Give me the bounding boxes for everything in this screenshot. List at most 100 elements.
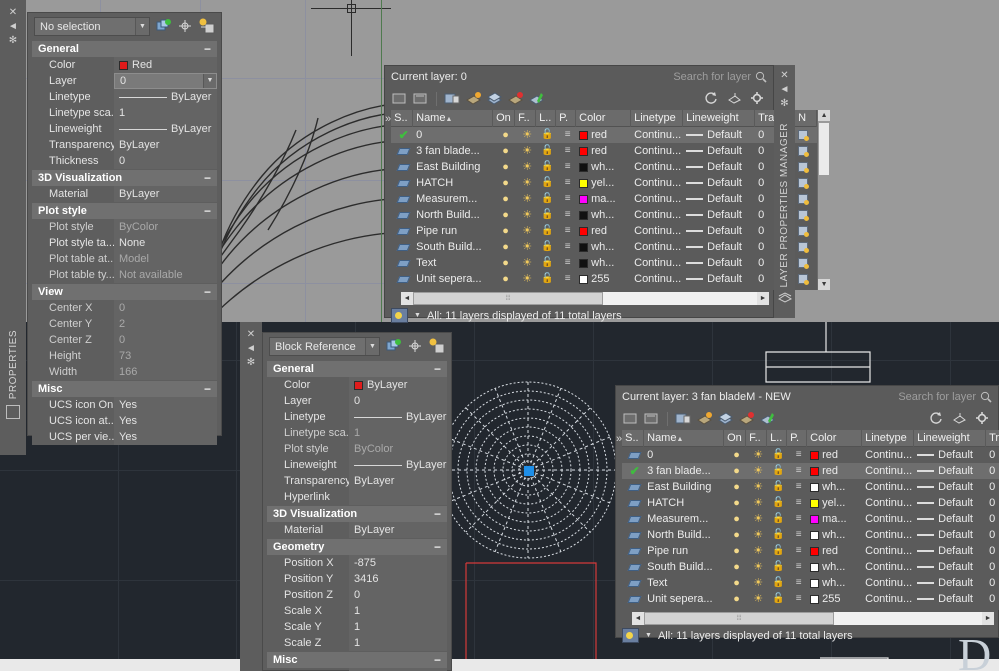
column-header-n[interactable]: N: [795, 109, 818, 127]
layer-lineweight[interactable]: Default: [914, 479, 986, 495]
property-value[interactable]: ByColor: [114, 219, 217, 235]
set-current-icon[interactable]: [696, 411, 713, 427]
layer-linetype[interactable]: Continu...: [631, 223, 683, 239]
scroll-down-icon[interactable]: ▼: [818, 279, 831, 290]
properties-dock-strip-bottom[interactable]: ✕ ◄ ✻: [240, 322, 262, 671]
layer-on-icon[interactable]: ●: [724, 559, 746, 575]
layer-name[interactable]: Text: [413, 255, 493, 271]
layer-plot-icon[interactable]: ≡: [556, 159, 576, 175]
property-row[interactable]: Center X 0: [32, 300, 217, 316]
layer-transparency[interactable]: 0: [986, 511, 999, 527]
chevron-down-icon[interactable]: ▼: [135, 18, 149, 35]
layer-name[interactable]: Measurem...: [413, 191, 493, 207]
layer-name[interactable]: East Building: [413, 159, 493, 175]
layer-on-icon[interactable]: ●: [724, 495, 746, 511]
layer-freeze-icon[interactable]: ☀: [746, 527, 767, 543]
layer-freeze-icon[interactable]: ☀: [515, 207, 536, 223]
layer-transparency[interactable]: 0: [986, 447, 999, 463]
quick-select-icon[interactable]: [385, 338, 402, 355]
layer-plot-icon[interactable]: ≡: [787, 463, 807, 479]
collapse-toggle-icon[interactable]: −: [204, 43, 211, 55]
layer-row[interactable]: South Build... ● ☀ 🔓 ≡ wh... Continu... Default…: [622, 559, 999, 575]
select-objects-icon[interactable]: [407, 338, 424, 355]
property-row[interactable]: Linetype ByLayer: [267, 409, 447, 425]
collapse-toggle-icon[interactable]: −: [204, 172, 211, 184]
property-row[interactable]: Material ByLayer: [32, 186, 217, 202]
layer-lineweight[interactable]: Default: [683, 143, 755, 159]
property-row[interactable]: Layer 0 ▼: [32, 73, 217, 89]
layer-linetype[interactable]: Continu...: [631, 175, 683, 191]
layer-row[interactable]: Pipe run ● ☀ 🔓 ≡ red Continu... Default 0: [391, 223, 817, 239]
layer-freeze-icon[interactable]: ☀: [746, 479, 767, 495]
property-row[interactable]: Transparency ByLayer: [32, 137, 217, 153]
layer-plot-icon[interactable]: ≡: [787, 543, 807, 559]
layer-name[interactable]: HATCH: [413, 175, 493, 191]
layer-color[interactable]: wh...: [576, 159, 631, 175]
layer-linetype[interactable]: Continu...: [631, 159, 683, 175]
property-row[interactable]: Layer 0: [267, 393, 447, 409]
layer-new-vp-icon[interactable]: [795, 239, 817, 255]
scroll-left-icon[interactable]: ◄: [632, 615, 644, 622]
layer-linetype[interactable]: Continu...: [862, 495, 914, 511]
layer-linetype[interactable]: Continu...: [631, 127, 683, 143]
layer-freeze-icon[interactable]: ☀: [746, 543, 767, 559]
layer-color[interactable]: red: [576, 143, 631, 159]
layer-lock-icon[interactable]: 🔓: [536, 207, 556, 223]
layer-new-vp-icon[interactable]: [795, 159, 817, 175]
property-value[interactable]: 73: [114, 348, 217, 364]
layer-plot-icon[interactable]: ≡: [787, 591, 807, 607]
layer-lock-icon[interactable]: 🔓: [536, 143, 556, 159]
scroll-left-icon[interactable]: ◄: [401, 295, 413, 302]
layer-lock-icon[interactable]: 🔓: [536, 223, 556, 239]
layer-on-icon[interactable]: ●: [724, 527, 746, 543]
layer-freeze-icon[interactable]: ☀: [746, 511, 767, 527]
property-row[interactable]: Scale Z 1: [267, 635, 447, 651]
layer-lineweight[interactable]: Default: [914, 511, 986, 527]
layer-row[interactable]: 3 fan blade... ● ☀ 🔓 ≡ red Continu... Default 0: [391, 143, 817, 159]
set-current-icon[interactable]: [465, 91, 482, 107]
layer-freeze-icon[interactable]: ☀: [515, 175, 536, 191]
layer-name[interactable]: Measurem...: [644, 511, 724, 527]
layer-lock-icon[interactable]: 🔓: [767, 527, 787, 543]
layer-on-icon[interactable]: ●: [724, 447, 746, 463]
scrollbar-thumb[interactable]: [818, 122, 831, 176]
layer-plot-icon[interactable]: ≡: [556, 175, 576, 191]
collapse-toggle-icon[interactable]: −: [434, 363, 441, 375]
layer-row[interactable]: HATCH ● ☀ 🔓 ≡ yel... Continu... Default 0: [622, 495, 999, 511]
property-row[interactable]: UCS icon at... Yes: [32, 413, 217, 429]
panel-options-icon[interactable]: ✻: [247, 356, 255, 370]
property-row[interactable]: Transparency ByLayer: [267, 473, 447, 489]
layer-lock-icon[interactable]: 🔓: [536, 271, 556, 287]
layer-grid-hscroll-top[interactable]: ◄ ⦙⦙⦙ ►: [401, 292, 769, 305]
column-header-color[interactable]: Color: [576, 109, 632, 127]
property-row[interactable]: Position Z 0: [267, 587, 447, 603]
layer-on-icon[interactable]: ●: [724, 511, 746, 527]
layer-row[interactable]: Text ● ☀ 🔓 ≡ wh... Continu... Default 0: [622, 575, 999, 591]
layer-linetype[interactable]: Continu...: [862, 479, 914, 495]
property-row[interactable]: Lineweight ByLayer: [267, 457, 447, 473]
layer-filter-icon[interactable]: [622, 628, 639, 643]
layer-new-vp-icon[interactable]: [795, 271, 817, 287]
layer-on-icon[interactable]: ●: [493, 159, 515, 175]
property-value[interactable]: Yes: [114, 413, 217, 429]
layer-settings-icon[interactable]: [952, 411, 969, 427]
layer-lineweight[interactable]: Default: [683, 207, 755, 223]
layer-new-vp-icon[interactable]: [795, 255, 817, 271]
quick-select-icon[interactable]: [155, 18, 172, 35]
property-value[interactable]: 0: [349, 587, 447, 603]
layer-plot-icon[interactable]: ≡: [556, 143, 576, 159]
layer-color[interactable]: red: [576, 223, 631, 239]
layer-lineweight[interactable]: Default: [914, 559, 986, 575]
property-row[interactable]: Thickness 0: [32, 153, 217, 169]
properties-dock-strip[interactable]: ✕ ◄ ✻ PROPERTIES: [0, 0, 26, 455]
column-header-f[interactable]: F..: [515, 109, 537, 127]
lpm-top-dock-strip[interactable]: ✕ ◄ ✻ LAYER PROPERTIES MANAGER: [774, 65, 795, 318]
layer-linetype[interactable]: Continu...: [862, 559, 914, 575]
property-group-header[interactable]: View −: [32, 284, 217, 300]
delete-layer-icon[interactable]: [675, 411, 692, 427]
property-row[interactable]: Plot style ta... None: [32, 235, 217, 251]
properties-palette-top[interactable]: No selection ▼ General − Color Red Layer 0 ▼ Li…: [27, 12, 222, 445]
layer-linetype[interactable]: Continu...: [862, 543, 914, 559]
property-value[interactable]: ByLayer: [349, 377, 447, 393]
layer-plot-icon[interactable]: ≡: [556, 255, 576, 271]
